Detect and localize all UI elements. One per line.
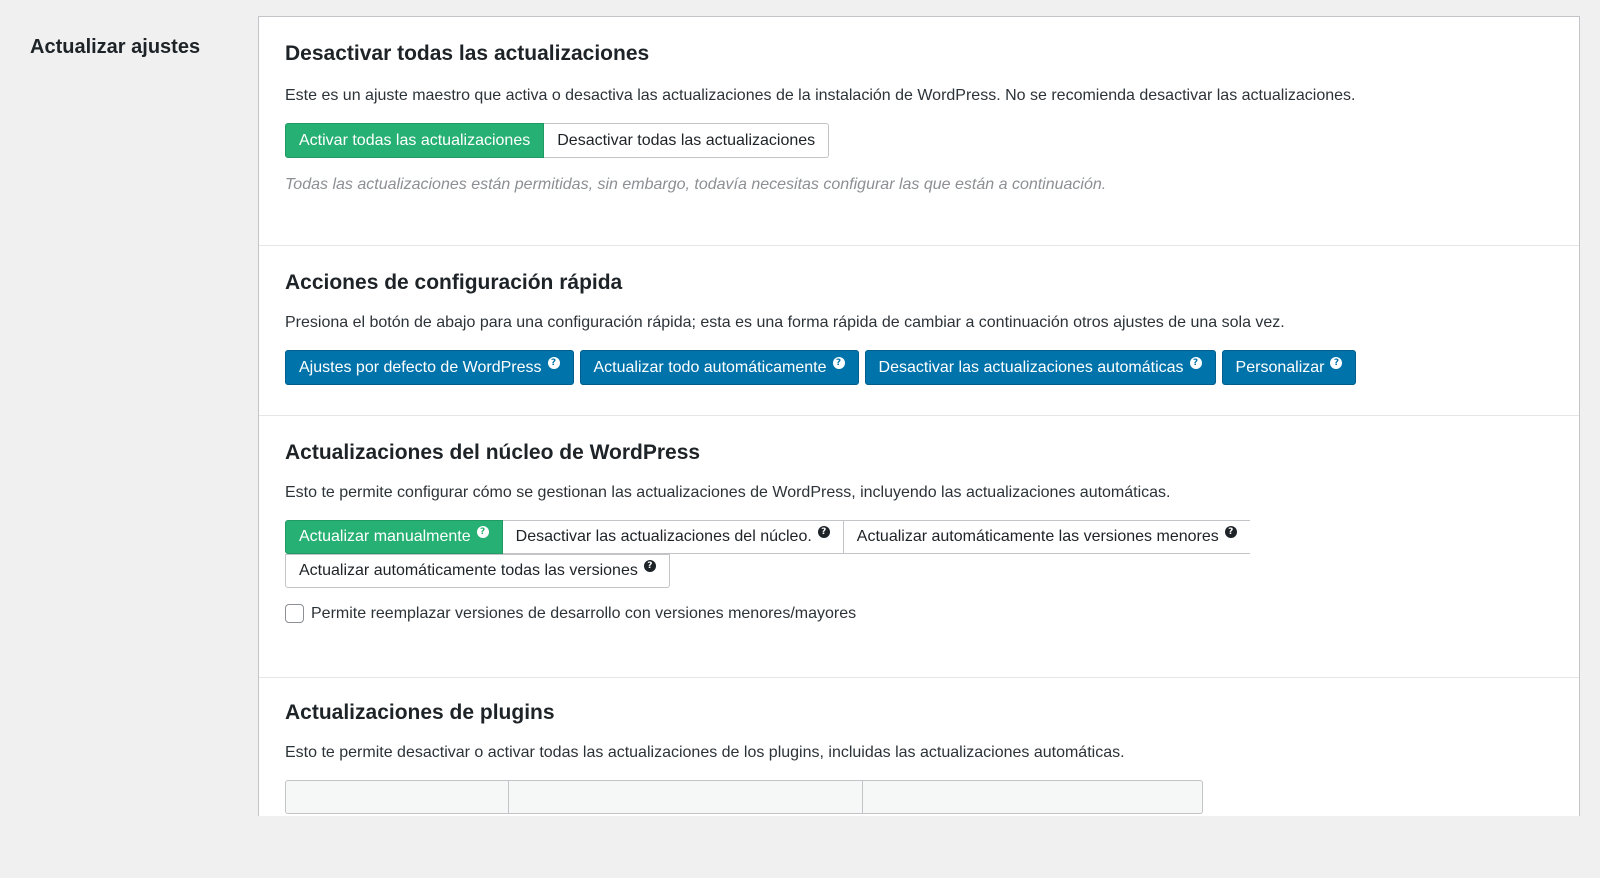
section-description: Esto te permite configurar cómo se gesti… (285, 484, 1171, 501)
section-disable-all: Desactivar todas las actualizaciones Est… (259, 17, 1579, 246)
auto-update-all-button[interactable]: Actualizar todo automáticamente ? (579, 350, 859, 385)
help-icon[interactable]: ? (1330, 356, 1343, 369)
button-label: Actualizar todo automáticamente (593, 358, 827, 376)
section-core-updates: Actualizaciones del núcleo de WordPress … (259, 416, 1579, 678)
help-icon[interactable]: ? (643, 560, 656, 572)
help-icon[interactable]: ? (476, 526, 489, 538)
dev-versions-checkbox[interactable] (285, 604, 304, 623)
disable-core-updates-button[interactable]: Desactivar las actualizaciones del núcle… (502, 520, 844, 554)
sidebar-title: Actualizar ajustes (30, 36, 201, 58)
section-title: Acciones de configuración rápida (285, 271, 623, 294)
section-description: Presiona el botón de abajo para una conf… (285, 314, 1285, 331)
help-icon[interactable]: ? (832, 356, 845, 369)
button-label: Actualizar automáticamente todas las ver… (299, 562, 638, 579)
quick-config-buttons: Ajustes por defecto de WordPress ? Actua… (285, 350, 1579, 385)
plugin-option-button[interactable] (285, 780, 509, 814)
enable-all-updates-button[interactable]: Activar todas las actualizaciones (285, 123, 545, 158)
section-description: Este es un ajuste maestro que activa o d… (285, 87, 1356, 104)
dev-versions-option[interactable]: Permite reemplazar versiones de desarrol… (285, 604, 1579, 623)
wordpress-defaults-button[interactable]: Ajustes por defecto de WordPress ? (285, 350, 574, 385)
section-plugin-updates: Actualizaciones de plugins Esto te permi… (259, 678, 1579, 878)
update-manually-button[interactable]: Actualizar manualmente ? (285, 520, 503, 554)
button-label: Ajustes por defecto de WordPress (299, 358, 542, 376)
help-icon[interactable]: ? (1224, 526, 1237, 538)
section-title: Desactivar todas las actualizaciones (285, 42, 650, 65)
button-label: Actualizar manualmente (299, 528, 471, 545)
button-label: Desactivar las actualizaciones del núcle… (515, 528, 812, 545)
status-note: Todas las actualizaciones están permitid… (285, 176, 1107, 193)
section-title: Actualizaciones del núcleo de WordPress (285, 441, 701, 464)
checkbox-label: Permite reemplazar versiones de desarrol… (311, 604, 857, 622)
auto-update-minor-button[interactable]: Actualizar automáticamente las versiones… (843, 520, 1250, 554)
plugin-option-button[interactable] (863, 780, 1203, 814)
help-icon[interactable]: ? (817, 526, 830, 538)
section-description: Esto te permite desactivar o activar tod… (285, 744, 1125, 761)
core-updates-toggle: Actualizar manualmente ? Desactivar las … (285, 520, 1277, 588)
disable-all-updates-button[interactable]: Desactivar todas las actualizaciones (544, 123, 830, 158)
customize-button[interactable]: Personalizar ? (1221, 350, 1357, 385)
settings-panel: Desactivar todas las actualizaciones Est… (258, 16, 1580, 816)
disable-auto-updates-button[interactable]: Desactivar las actualizaciones automátic… (864, 350, 1216, 385)
section-title: Actualizaciones de plugins (285, 701, 555, 724)
all-updates-toggle: Activar todas las actualizaciones Desact… (285, 123, 1579, 158)
plugin-updates-toggle (285, 780, 1579, 814)
auto-update-all-versions-button[interactable]: Actualizar automáticamente todas las ver… (285, 554, 670, 588)
button-label: Desactivar las actualizaciones automátic… (878, 358, 1184, 376)
help-icon[interactable]: ? (1189, 356, 1202, 369)
section-quick-config: Acciones de configuración rápida Presion… (259, 246, 1579, 416)
button-label: Personalizar (1235, 358, 1325, 376)
button-label: Actualizar automáticamente las versiones… (856, 528, 1219, 545)
plugin-option-button[interactable] (509, 780, 863, 814)
help-icon[interactable]: ? (547, 356, 560, 369)
